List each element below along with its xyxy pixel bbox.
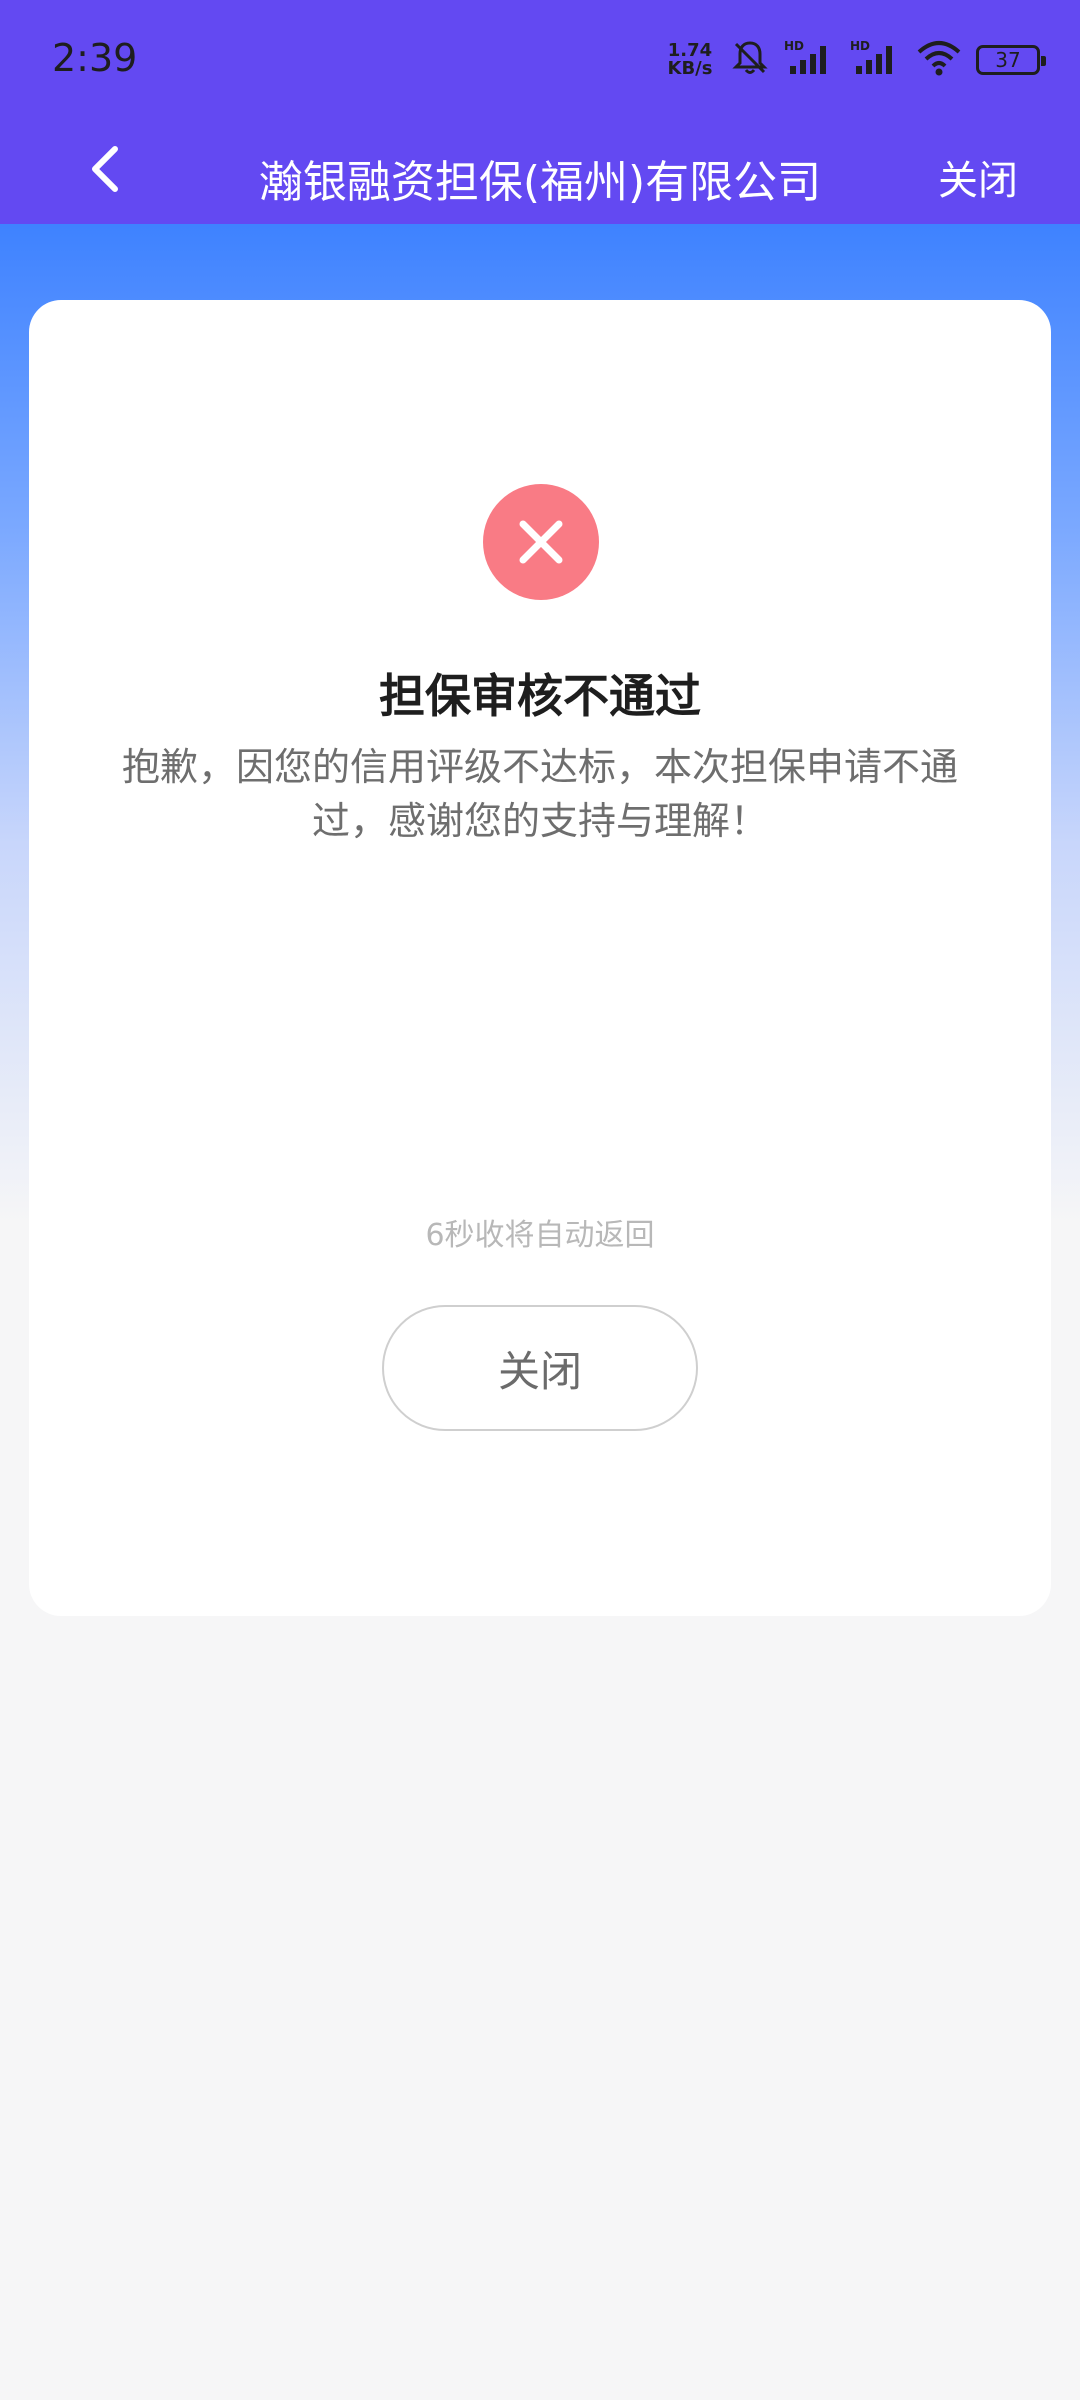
status-time: 2:39 [52,36,138,80]
battery-level: 37 [995,48,1021,72]
svg-text:HD: HD [784,39,804,53]
svg-text:HD: HD [850,39,870,53]
battery-icon: 37 [976,45,1046,75]
close-button[interactable]: 关闭 [382,1305,698,1431]
page-title: 瀚银融资担保(福州)有限公司 [258,157,822,208]
status-icons: 1.74 KB/s HD HD 37 [664,38,1046,82]
mute-bell-icon [730,38,770,82]
network-speed-unit: KB/s [667,58,713,79]
result-card: 担保审核不通过 抱歉，因您的信用评级不达标，本次担保申请不通过，感谢您的支持与理… [29,300,1051,1616]
result-title: 担保审核不通过 [379,669,701,723]
signal-hd-icon: HD [850,38,902,82]
status-bar: 2:39 1.74 KB/s HD HD 37 [0,0,1080,120]
close-circle-icon [483,484,599,600]
network-speed: 1.74 KB/s [664,42,716,78]
app-header: 瀚银融资担保(福州)有限公司 关闭 [0,120,1080,224]
result-message: 抱歉，因您的信用评级不达标，本次担保申请不通过，感谢您的支持与理解！ [121,745,958,843]
countdown-text: 6秒收将自动返回 [425,1218,655,1253]
signal-hd-icon: HD [784,38,836,82]
header-close-button[interactable]: 关闭 [938,148,1018,206]
chevron-left-icon [85,143,125,199]
wifi-icon [916,38,962,82]
back-button[interactable] [70,136,140,206]
